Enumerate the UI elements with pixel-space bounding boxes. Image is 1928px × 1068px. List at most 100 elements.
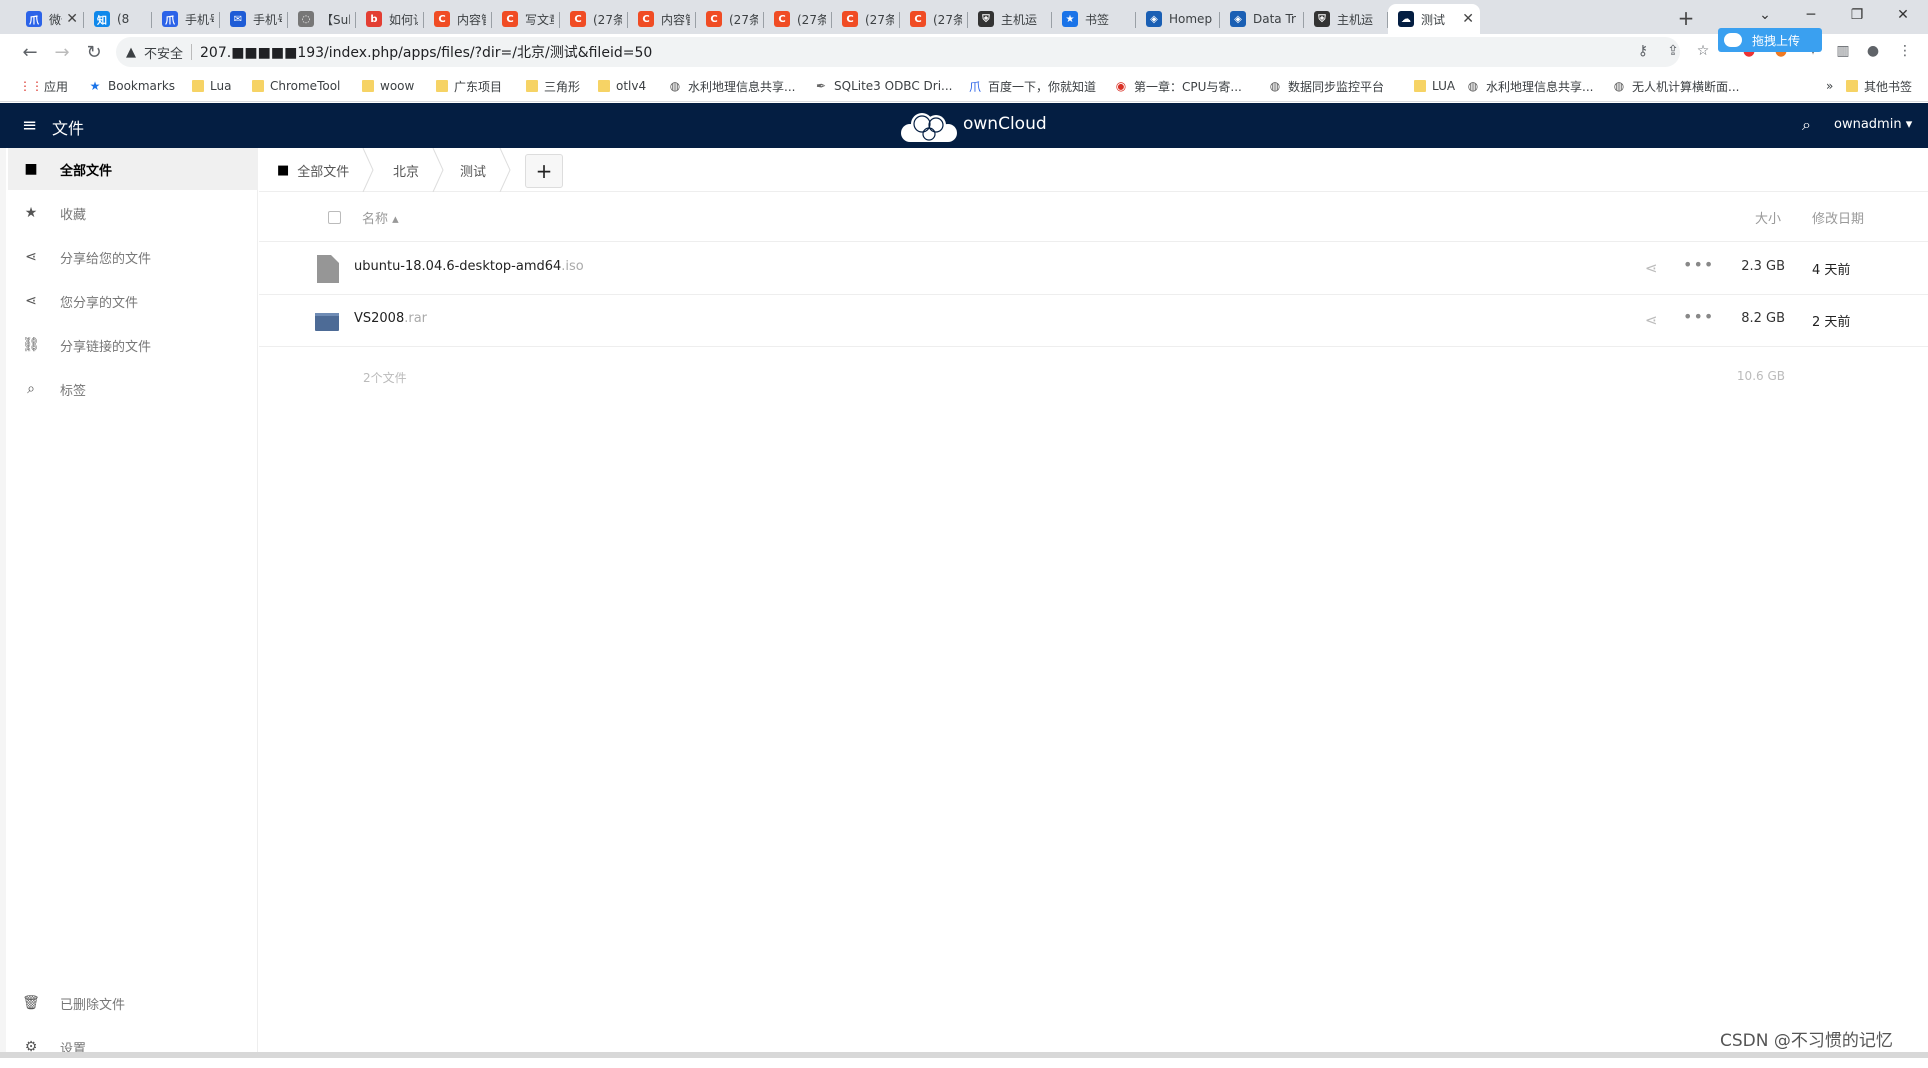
file-name[interactable]: ubuntu-18.04.6-desktop-amd64.iso xyxy=(354,259,584,274)
search-icon[interactable]: ⌕ xyxy=(1802,115,1811,135)
url-text[interactable]: 207.■■■■■193/index.php/apps/files/?dir=/… xyxy=(200,42,652,62)
column-date-header[interactable]: 修改日期 xyxy=(1812,208,1864,227)
browser-tab[interactable]: 爪手机号 xyxy=(152,4,220,34)
bookmark-item[interactable]: ◍ 无人机计算横断面... xyxy=(1612,77,1740,95)
table-row[interactable]: VS2008.rar ⋖ ••• 8.2 GB 2 天前 xyxy=(259,295,1928,347)
profile-avatar-icon[interactable]: ● xyxy=(1862,40,1884,62)
bookmark-item[interactable]: Lua xyxy=(192,77,231,95)
browser-tab[interactable]: 爪微信 ✕ xyxy=(16,4,84,34)
add-new-button[interactable]: + xyxy=(525,154,563,188)
key-icon[interactable]: ⚷ xyxy=(1632,40,1654,62)
tab-favicon-icon: C xyxy=(570,11,586,27)
address-bar[interactable]: ▲ 不安全 207.■■■■■193/index.php/apps/files/… xyxy=(116,37,1680,67)
breadcrumb-home[interactable]: ■ 全部文件 xyxy=(277,148,349,192)
forward-icon[interactable]: → xyxy=(50,40,74,64)
browser-tab[interactable]: ◌ 【Subl xyxy=(288,4,356,34)
browser-tab[interactable]: ⛨ 主机运 xyxy=(1304,4,1388,34)
bookmark-item[interactable]: ★ Bookmarks xyxy=(88,77,175,95)
sidebar-item-settings[interactable]: ⚙ 设置 xyxy=(8,1026,258,1068)
sidebar-item-shared-with-you[interactable]: ⋖ 分享给您的文件 xyxy=(8,236,258,278)
bookmark-item[interactable]: 广东项目 xyxy=(436,77,502,95)
star-icon: ★ xyxy=(89,79,101,93)
bookmark-star-icon[interactable]: ☆ xyxy=(1692,40,1714,62)
tab-favicon-icon: b xyxy=(366,11,382,27)
browser-tab[interactable]: C 写文章 xyxy=(492,4,560,34)
reload-icon[interactable]: ↻ xyxy=(82,40,106,64)
bookmarks-overflow[interactable]: » xyxy=(1826,77,1833,95)
browser-tab[interactable]: C (27条消 xyxy=(764,4,832,34)
browser-tab[interactable]: ◈ Data Tr xyxy=(1220,4,1304,34)
hamburger-menu-icon[interactable]: ≡ xyxy=(22,115,37,136)
file-size: 8.2 GB xyxy=(1741,311,1785,326)
sidebar-item-all-files[interactable]: ■ 全部文件 xyxy=(8,148,258,190)
back-icon[interactable]: ← xyxy=(18,40,42,64)
bookmark-item[interactable]: LUA xyxy=(1414,77,1455,95)
share-page-icon[interactable]: ⇪ xyxy=(1662,40,1684,62)
bookmark-item[interactable]: ◍ 水利地理信息共享... xyxy=(1466,77,1594,95)
share-icon[interactable]: ⋖ xyxy=(1645,259,1658,277)
new-tab-button[interactable]: + xyxy=(1672,5,1700,31)
tab-favicon-icon: ◈ xyxy=(1230,11,1246,27)
browser-tab[interactable]: ◈ Homep xyxy=(1136,4,1220,34)
minimize-icon[interactable]: ─ xyxy=(1788,0,1834,30)
bookmark-item[interactable]: 爪百度一下，你就知道 xyxy=(968,77,1096,95)
bookmark-item[interactable]: 三角形 xyxy=(526,77,580,95)
app-header: ≡ 文件 ownCloud ⌕ ownadmin ▾ xyxy=(0,103,1928,148)
bookmark-item[interactable]: ChromeTool xyxy=(252,77,340,95)
upload-badge[interactable]: 拖拽上传 xyxy=(1718,28,1822,52)
select-all-checkbox[interactable] xyxy=(328,211,341,224)
sidebar-item-tags[interactable]: ⌕ 标签 xyxy=(8,368,258,410)
close-tab-icon[interactable]: ✕ xyxy=(66,11,78,27)
side-panel-icon[interactable]: ▥ xyxy=(1832,40,1854,62)
bookmark-item[interactable]: ◉ 第一章：CPU与寄... xyxy=(1114,77,1242,95)
app-name[interactable]: 文件 xyxy=(52,115,84,139)
more-options-icon[interactable]: ••• xyxy=(1683,307,1714,326)
tab-title: Homep xyxy=(1169,12,1213,26)
browser-tab[interactable]: ⛨ 主机运 xyxy=(968,4,1052,34)
user-menu[interactable]: ownadmin ▾ xyxy=(1834,117,1912,132)
browser-tab[interactable]: C (27条消 xyxy=(900,4,968,34)
browser-tab[interactable]: ★ 书签 xyxy=(1052,4,1136,34)
bookmark-item[interactable]: ⋮⋮ 应用 xyxy=(19,77,68,95)
bookmark-item[interactable]: ◍ 数据同步监控平台 xyxy=(1268,77,1384,95)
bookmark-item[interactable]: woow xyxy=(362,77,414,95)
share-icon[interactable]: ⋖ xyxy=(1645,311,1658,329)
sidebar-item-shared-links[interactable]: ⛓ 分享链接的文件 xyxy=(8,324,258,366)
file-name[interactable]: VS2008.rar xyxy=(354,311,427,326)
browser-tab[interactable]: C 内容管 xyxy=(424,4,492,34)
bookmark-item[interactable]: ✒ SQLite3 ODBC Dri... xyxy=(814,77,953,95)
sidebar-item-label: 您分享的文件 xyxy=(60,295,139,311)
column-size-header[interactable]: 大小 xyxy=(1755,208,1781,227)
browser-tab[interactable]: C (27条消 xyxy=(560,4,628,34)
close-window-icon[interactable]: ✕ xyxy=(1880,0,1926,30)
file-date: 4 天前 xyxy=(1812,263,1851,278)
browser-tab[interactable]: 知 (8 xyxy=(84,4,152,34)
sidebar-item-shared-by-you[interactable]: ⋖ 您分享的文件 xyxy=(8,280,258,322)
file-basename: ubuntu-18.04.6-desktop-amd64 xyxy=(354,259,562,274)
column-name-header[interactable]: 名称 ▴ xyxy=(362,208,399,227)
restore-icon[interactable]: ❐ xyxy=(1834,0,1880,30)
browser-tab[interactable]: ☁ 测试 ✕ xyxy=(1388,4,1480,34)
tab-title: 如何让 xyxy=(389,12,418,27)
bookmark-item[interactable]: otlv4 xyxy=(598,77,646,95)
menu-kebab-icon[interactable]: ⋮ xyxy=(1894,40,1916,62)
close-tab-icon[interactable]: ✕ xyxy=(1462,11,1474,27)
file-count: 2个文件 xyxy=(363,371,407,385)
owncloud-logo-icon xyxy=(901,113,957,142)
more-options-icon[interactable]: ••• xyxy=(1683,255,1714,274)
browser-tab[interactable]: b 如何让 xyxy=(356,4,424,34)
tab-favicon-icon: ★ xyxy=(1062,11,1078,27)
browser-tab[interactable]: C 内容管 xyxy=(628,4,696,34)
browser-tab[interactable]: C (27条消 xyxy=(832,4,900,34)
other-bookmarks[interactable]: 其他书签 xyxy=(1846,77,1912,95)
bookmark-item[interactable]: ◍ 水利地理信息共享... xyxy=(668,77,796,95)
sidebar-item-favorites[interactable]: ★ 收藏 xyxy=(8,192,258,234)
breadcrumb-test[interactable]: 测试 xyxy=(460,148,486,192)
tab-search-icon[interactable]: ⌄ xyxy=(1742,0,1788,30)
table-row[interactable]: ubuntu-18.04.6-desktop-amd64.iso ⋖ ••• 2… xyxy=(259,243,1928,295)
breadcrumb-beijing[interactable]: 北京 xyxy=(393,148,419,192)
browser-tab[interactable]: ✉ 手机号 xyxy=(220,4,288,34)
taskbar xyxy=(0,1052,1928,1058)
sidebar-item-deleted-files[interactable]: 🗑 已删除文件 xyxy=(8,982,258,1024)
browser-tab[interactable]: C (27条消 xyxy=(696,4,764,34)
